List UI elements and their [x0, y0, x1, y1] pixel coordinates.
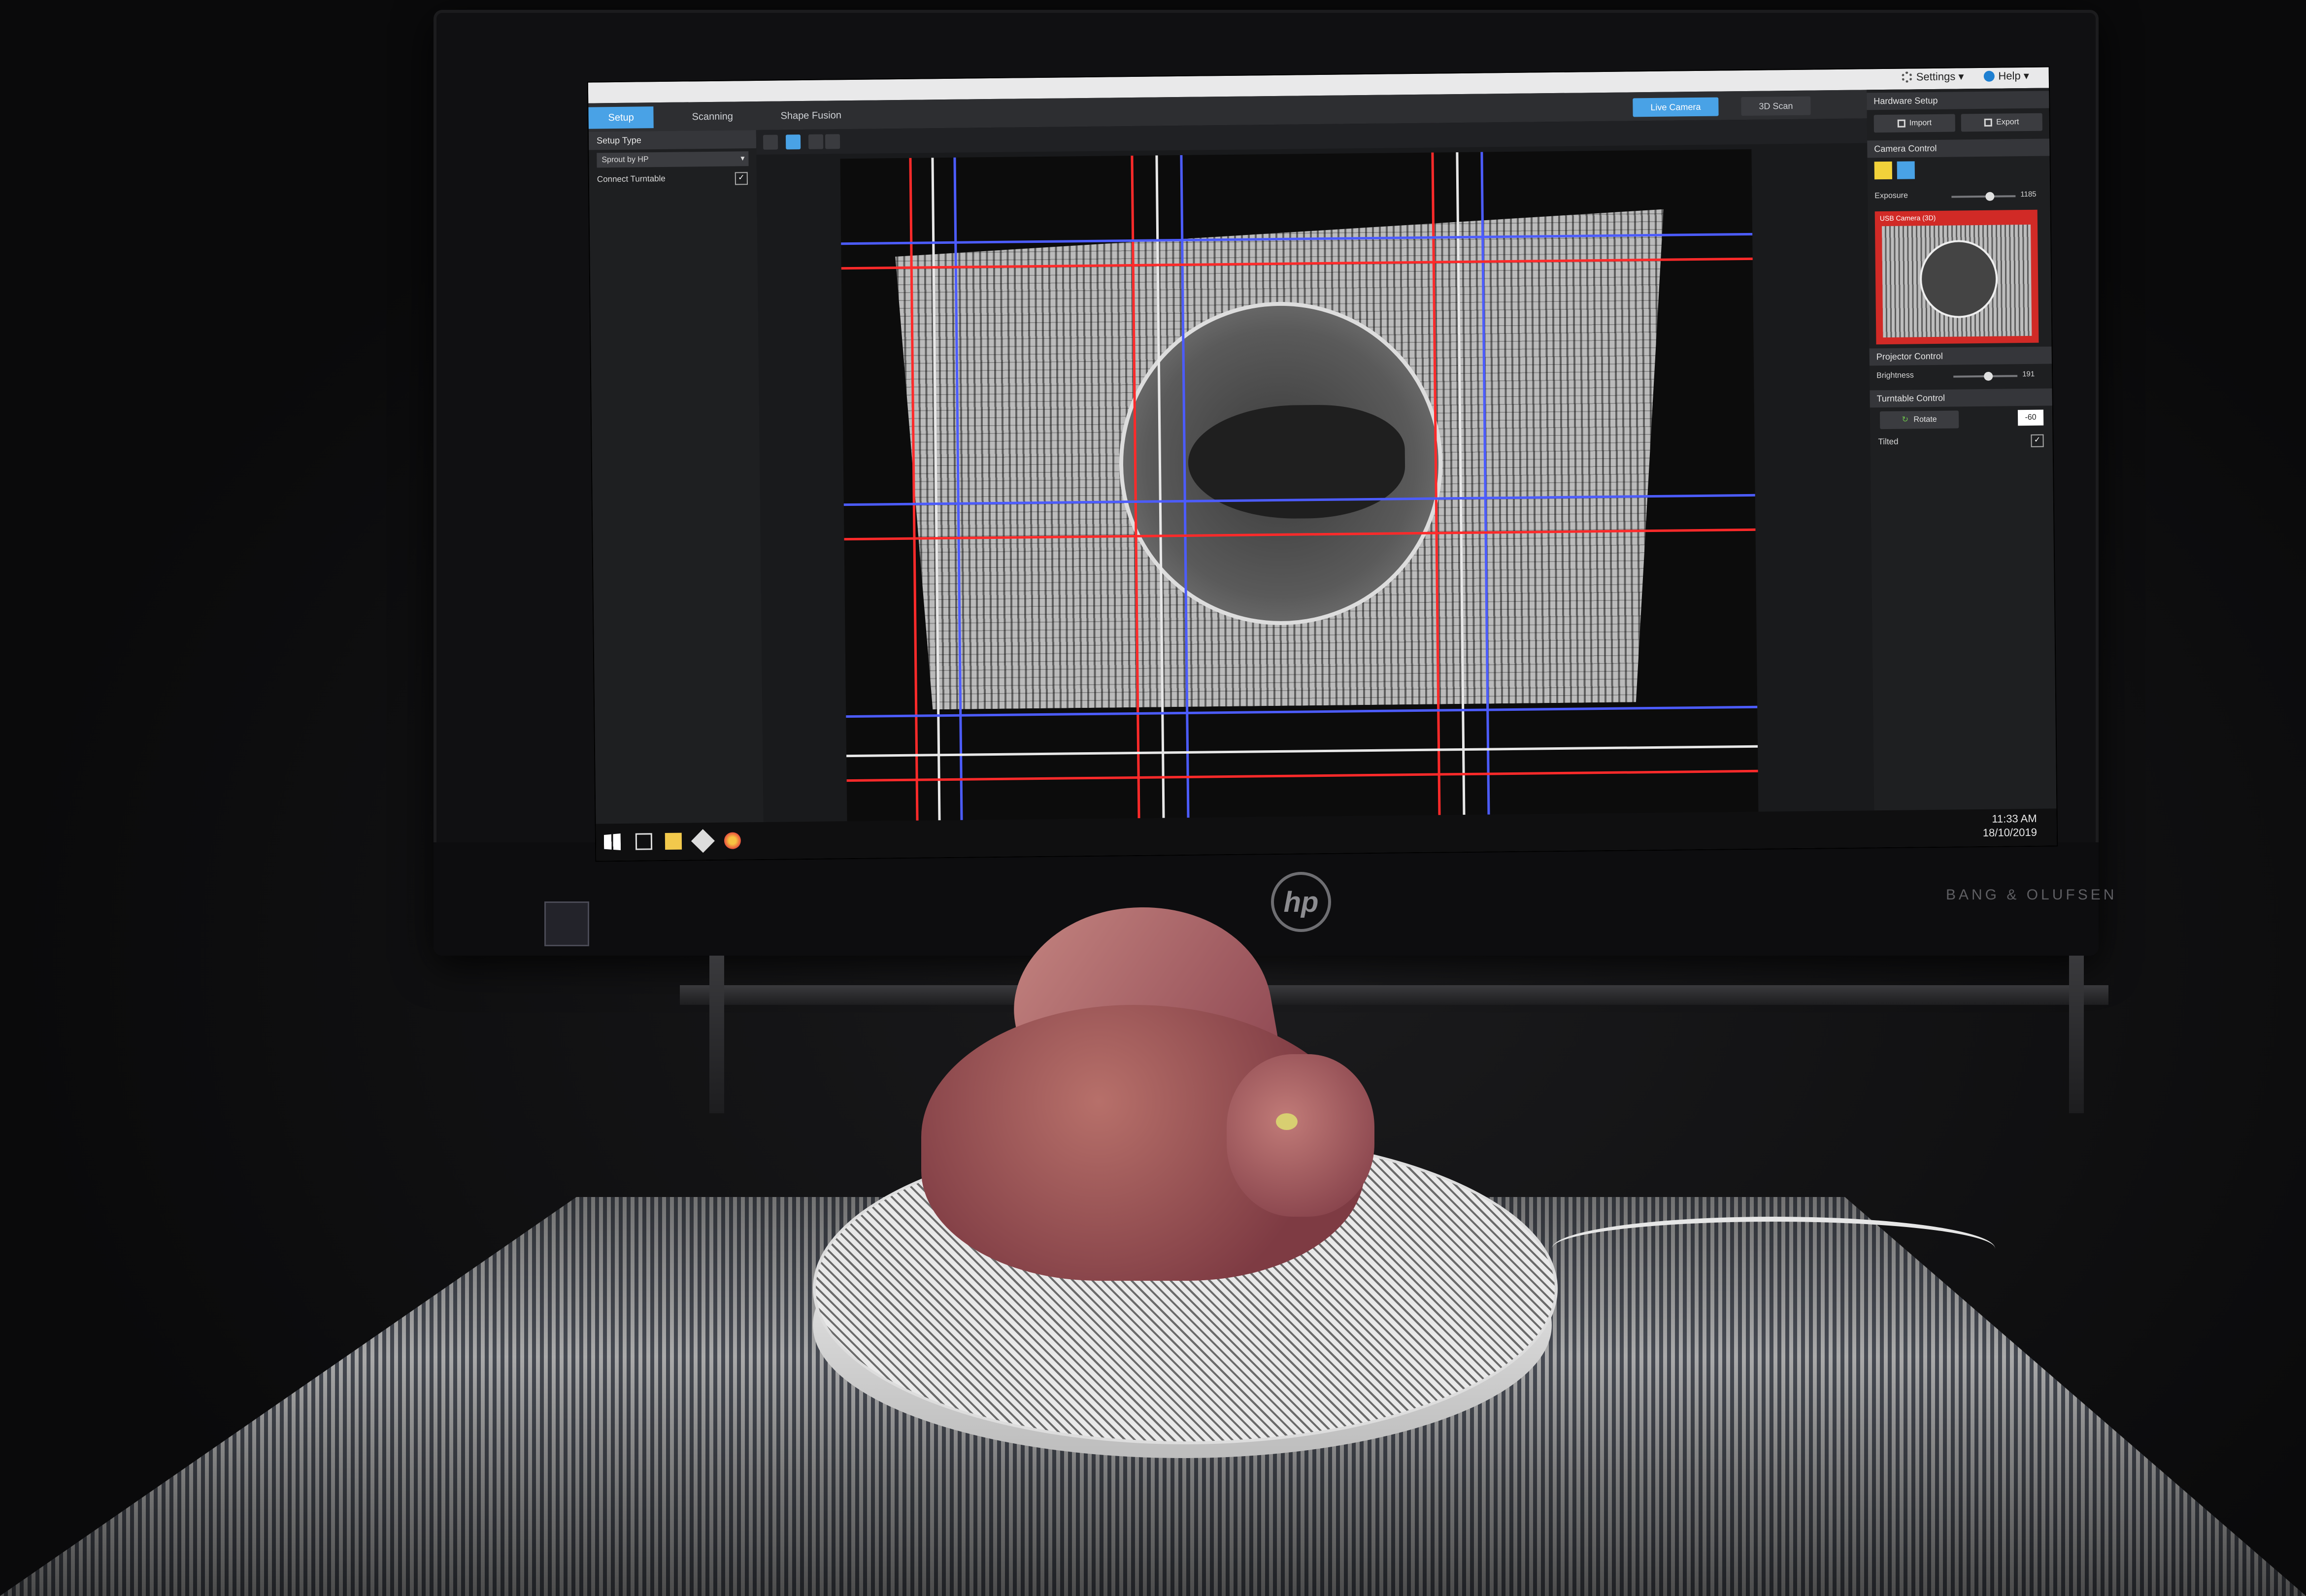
viewport-capture-button[interactable]: [808, 134, 824, 149]
setup-type-heading: Setup Type: [588, 130, 757, 150]
help-menu[interactable]: Help ▾: [1983, 69, 2029, 83]
camera-preview[interactable]: USB Camera (3D): [1874, 209, 2039, 345]
scan-app-icon[interactable]: [691, 829, 715, 853]
turntable-cable: [1552, 1217, 1995, 1281]
import-icon: [1897, 119, 1905, 128]
camera-viewport: [756, 118, 1875, 859]
tilted-row: Tilted ✓: [1870, 431, 2052, 451]
connect-turntable-row: Connect Turntable ✓: [589, 169, 757, 189]
brightness-label: Brightness: [1876, 371, 1914, 380]
settings-label: Settings ▾: [1916, 70, 1964, 83]
rotate-icon: ↻: [1902, 415, 1909, 424]
brightness-row: Brightness 191: [1870, 364, 2052, 387]
tilted-checkbox[interactable]: ✓: [2031, 434, 2044, 447]
import-label: Import: [1909, 119, 1932, 128]
red-guide-line: [846, 769, 1758, 782]
camera-still-icon[interactable]: [1874, 161, 1893, 180]
gear-icon: [1901, 71, 1912, 83]
turntable-control-heading: Turntable Control: [1870, 388, 2052, 408]
white-guide-line: [846, 745, 1758, 758]
viewport-camera-button[interactable]: [785, 134, 801, 150]
setup-panel: Setup Type Sprout by HP ▾ Connect Turnta…: [588, 130, 764, 861]
tilted-label: Tilted: [1878, 436, 1899, 447]
file-explorer-icon[interactable]: [665, 832, 682, 850]
import-button[interactable]: Import: [1873, 114, 1956, 133]
stand-leg-right: [2069, 956, 2084, 1113]
camera-preview-turntable: [1919, 239, 1998, 319]
setup-type-dropdown[interactable]: Sprout by HP ▾: [597, 151, 749, 168]
clock-time: 11:33 AM: [1992, 812, 2037, 825]
hardware-panel: Hardware Setup Import Export Camera Cont…: [1867, 88, 2057, 848]
exposure-slider[interactable]: [1951, 192, 2016, 201]
export-icon: [1984, 118, 1993, 127]
task-view-icon[interactable]: [635, 833, 653, 850]
exposure-label: Exposure: [1874, 191, 1908, 200]
settings-menu[interactable]: Settings ▾: [1901, 70, 1964, 83]
exposure-value: 1185: [2020, 190, 2037, 199]
tab-scanning[interactable]: Scanning: [672, 105, 753, 128]
camera-control-heading: Camera Control: [1867, 138, 2050, 158]
brightness-slider[interactable]: [1953, 371, 2018, 381]
tab-setup[interactable]: Setup: [588, 106, 654, 129]
stand-leg-left: [709, 956, 724, 1113]
tab-shape-fusion[interactable]: Shape Fusion: [761, 104, 861, 127]
connect-turntable-label: Connect Turntable: [597, 173, 666, 184]
camera-video-icon[interactable]: [1897, 161, 1915, 179]
setup-type-value: Sprout by HP: [602, 155, 649, 165]
camera-mode-icons: [1868, 156, 2050, 186]
export-button[interactable]: Export: [1961, 113, 2042, 132]
help-icon: [1983, 70, 1995, 82]
taskbar-clock[interactable]: 11:33 AM 18/10/2019: [1982, 812, 2037, 840]
intel-sticker: [544, 901, 589, 946]
help-label: Help ▾: [1998, 69, 2029, 82]
connect-turntable-checkbox[interactable]: ✓: [735, 172, 748, 185]
exposure-slider-knob[interactable]: [1985, 192, 1995, 201]
app-window: Settings ▾ Help ▾ Setup Scanning Shape F…: [587, 66, 2058, 862]
exposure-row: Exposure 1185: [1868, 184, 2050, 208]
rotate-label: Rotate: [1913, 415, 1937, 424]
speaker-brand: BANG & OLUFSEN: [1946, 887, 2117, 903]
windows-start-icon[interactable]: [604, 833, 621, 850]
live-camera-feed[interactable]: [840, 149, 1759, 839]
figurine-head: [1227, 1054, 1374, 1217]
brightness-value: 191: [2022, 369, 2035, 379]
chevron-down-icon: ▾: [740, 154, 745, 163]
clock-date: 18/10/2019: [1982, 826, 2038, 839]
viewport-toggle-button[interactable]: [763, 134, 778, 150]
firefox-icon[interactable]: [724, 832, 741, 849]
import-export-row: Import Export: [1867, 108, 2050, 138]
export-label: Export: [1996, 118, 2019, 127]
projector-control-heading: Projector Control: [1869, 346, 2052, 366]
rotate-button[interactable]: ↻ Rotate: [1879, 410, 1959, 430]
figurine-eye: [1276, 1113, 1298, 1130]
dragon-figurine: [902, 886, 1434, 1281]
camera-preview-label: USB Camera (3D): [1879, 213, 1936, 223]
live-camera-button[interactable]: Live Camera: [1633, 97, 1719, 117]
viewport-image-button[interactable]: [825, 134, 840, 149]
rotate-row: ↻ Rotate -60: [1870, 405, 2053, 433]
top-menu: Settings ▾ Help ▾: [1901, 69, 2029, 84]
rotate-angle-input[interactable]: -60: [2017, 409, 2044, 426]
brightness-slider-knob[interactable]: [1983, 371, 1993, 381]
hardware-setup-heading: Hardware Setup: [1867, 91, 2049, 110]
3d-scan-button[interactable]: 3D Scan: [1741, 96, 1811, 116]
